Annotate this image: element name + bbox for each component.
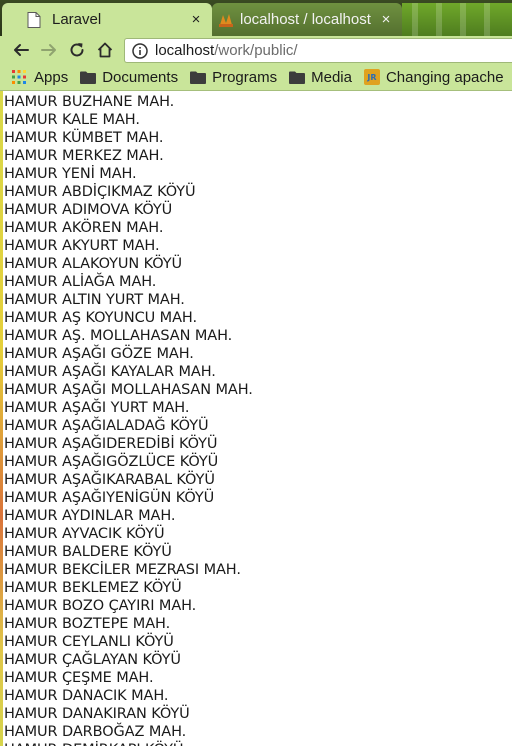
list-item: HAMUR ALTIN YURT MAH. [4,292,185,308]
url-host: localhost [155,42,215,59]
tab-title: Laravel [52,11,102,28]
url-path: /work/public/ [214,42,298,59]
tab-phpmyadmin[interactable]: localhost / localhost × [212,3,402,36]
window-edge [0,91,3,746]
list-item: HAMUR KÜMBET MAH. [4,130,164,146]
reload-icon [70,43,84,57]
tab-strip: Laravel × localhost / localhost × [0,0,512,36]
list-item: HAMUR BEKLEMEZ KÖYÜ [4,580,182,596]
bookmark-apps[interactable]: Apps [12,69,68,86]
list-item: HAMUR DEMİRKAPI KÖYÜ [4,741,253,746]
list-item: HAMUR ABDİÇIKMAZ KÖYÜ [4,184,196,200]
list-item: HAMUR ADIMOVA KÖYÜ [4,202,173,218]
list-item: HAMUR DARBOĞAZ MAH. [4,724,187,740]
list-item: HAMUR AŞAĞI YURT MAH. [4,400,190,416]
list-item: HAMUR YENİ MAH. [4,166,137,182]
list-item: HAMUR AŞAĞIYENİGÜN KÖYÜ [4,490,215,506]
list-item: HAMUR AKÖREN MAH. [4,220,164,236]
list-item: HAMUR KALE MAH. [4,112,140,128]
list-item: HAMUR ALİAĞA MAH. [4,274,157,290]
forward-button[interactable] [38,39,60,61]
new-tab-area[interactable] [402,3,512,36]
list-item: HAMUR AŞAĞIALADAĞ KÖYÜ [4,418,209,434]
bookmark-programs[interactable]: Programs [190,69,277,86]
list-item: HAMUR DANAKIRAN KÖYÜ [4,706,190,722]
info-icon[interactable] [131,42,149,60]
toolbar: localhost/work/public/ [0,36,512,64]
list-item: HAMUR AŞ KOYUNCU MAH. [4,310,197,326]
list-item: HAMUR BUZHANE MAH. [4,94,175,110]
back-arrow-icon [14,44,29,56]
list-item: HAMUR AŞAĞI GÖZE MAH. [4,346,194,362]
list-item: HAMUR DANACIK MAH. [4,688,169,704]
bookmark-documents[interactable]: Documents [80,69,178,86]
close-tab-icon[interactable]: × [378,11,394,28]
list-item: HAMUR AŞAĞIGÖZLÜCE KÖYÜ [4,454,219,470]
bookmark-label: Media [311,68,352,86]
bookmark-label: Changing apache [385,68,504,86]
home-button[interactable] [94,39,116,61]
bookmark-label: Documents [102,68,179,86]
tab-laravel[interactable]: Laravel × [2,3,212,36]
list-item: HAMUR ÇAĞLAYAN KÖYÜ [4,652,181,668]
list-item: HAMUR ALAKOYUN KÖYÜ [4,256,183,272]
list-item: HAMUR AYDINLAR MAH. [4,508,176,524]
forward-arrow-icon [41,44,56,56]
folder-icon [190,70,207,84]
page-content: HAMUR BUZHANE MAH. HAMUR KALE MAH. HAMUR K… [0,91,512,746]
list-item: HAMUR ÇEŞME MAH. [4,670,154,686]
list-item: HAMUR BEKCİLER MEZRASI MAH. [4,562,241,578]
folder-icon [80,70,97,84]
phpmyadmin-icon [218,12,234,28]
jr-blog-icon: JR [363,69,380,85]
list-item: HAMUR BOZO ÇAYIRI MAH. [4,598,197,614]
neighborhood-list: HAMUR BUZHANE MAH. HAMUR KALE MAH. HAMUR K… [4,93,253,746]
close-tab-icon[interactable]: × [188,11,204,28]
list-item: HAMUR AKYURT MAH. [4,238,160,254]
svg-text:JR: JR [366,73,376,82]
reload-button[interactable] [66,39,88,61]
back-button[interactable] [10,39,32,61]
bookmark-label: Programs [212,68,278,86]
list-item: HAMUR AŞAĞI KAYALAR MAH. [4,364,216,380]
bookmark-label: Apps [34,68,69,86]
list-item: HAMUR MERKEZ MAH. [4,148,164,164]
list-item: HAMUR CEYLANLI KÖYÜ [4,634,174,650]
list-item: HAMUR AŞAĞIDEREDİBİ KÖYÜ [4,436,218,452]
list-item: HAMUR AŞAĞIKARABAL KÖYÜ [4,472,215,488]
list-item: HAMUR AŞAĞI MOLLAHASAN MAH. [4,382,253,398]
list-item: HAMUR AYVACIK KÖYÜ [4,526,165,542]
list-item: HAMUR BOZTEPE MAH. [4,616,171,632]
address-bar[interactable]: localhost/work/public/ [124,38,512,63]
folder-icon [289,70,306,84]
bookmarks-bar: Apps Documents Programs Media JR Changin… [0,64,512,91]
browser-window: Laravel × localhost / localhost × localh… [0,0,512,746]
home-icon [97,42,113,58]
bookmark-media[interactable]: Media [289,69,352,86]
list-item: HAMUR AŞ. MOLLAHASAN MAH. [4,328,233,344]
bookmark-changing-apache[interactable]: JR Changing apache [363,68,504,86]
tab-title: localhost / localhost [240,11,371,28]
list-item: HAMUR BALDERE KÖYÜ [4,544,172,560]
apps-grid-icon [12,70,28,84]
page-icon [26,11,42,28]
